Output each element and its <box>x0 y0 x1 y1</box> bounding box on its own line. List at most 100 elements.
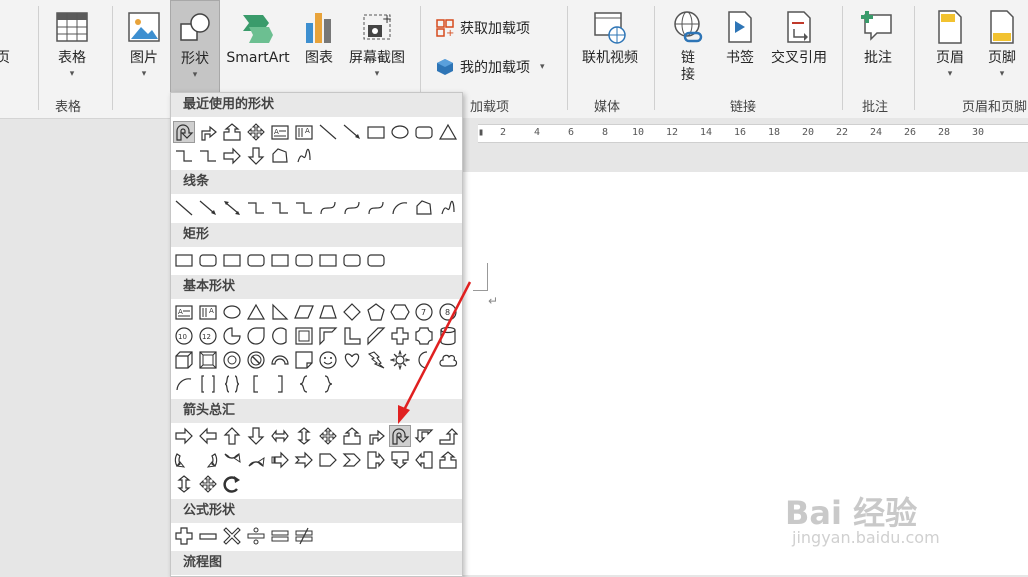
curved-left-arrow-icon[interactable] <box>197 449 219 471</box>
bevel-icon[interactable] <box>197 349 219 371</box>
oval-icon[interactable] <box>389 121 411 143</box>
diamond-icon[interactable] <box>341 301 363 323</box>
rounded-rectangle-icon[interactable] <box>197 249 219 271</box>
division-sign-icon[interactable] <box>245 525 267 547</box>
my-addins-button[interactable]: 我的加载项 ▾ <box>436 57 545 77</box>
no-symbol-icon[interactable] <box>245 349 267 371</box>
footer-button[interactable]: 页脚 ▾ <box>978 0 1026 95</box>
curved-up-arrow-icon[interactable] <box>221 449 243 471</box>
cloud-icon[interactable] <box>437 349 459 371</box>
snip-diagonal-rectangle-icon[interactable] <box>269 249 291 271</box>
link-button[interactable]: 链接 <box>664 0 712 95</box>
diagonal-stripe-icon[interactable] <box>365 325 387 347</box>
pentagon-icon[interactable] <box>365 301 387 323</box>
arc-icon[interactable] <box>173 373 195 395</box>
chevron-arrow-icon[interactable] <box>341 449 363 471</box>
bent-arrow-icon[interactable] <box>197 121 219 143</box>
smartart-button[interactable]: SmartArt <box>222 0 294 95</box>
left-right-up-arrow-icon[interactable] <box>341 425 363 447</box>
sun-icon[interactable] <box>389 349 411 371</box>
chord-icon[interactable] <box>269 325 291 347</box>
horizontal-ruler[interactable]: ▮ 2 4 6 8 10 12 14 16 18 20 22 24 26 28 … <box>478 124 1028 143</box>
double-arrow-line-icon[interactable] <box>221 197 243 219</box>
teardrop-icon[interactable] <box>245 325 267 347</box>
cross-icon[interactable] <box>389 325 411 347</box>
bookmark-button[interactable]: 书签 <box>716 0 764 95</box>
l-shape-icon[interactable] <box>341 325 363 347</box>
octagon-icon[interactable] <box>437 301 459 323</box>
equal-sign-icon[interactable] <box>269 525 291 547</box>
right-arrow-icon[interactable] <box>221 145 243 167</box>
snip-round-rectangle-icon[interactable] <box>293 249 315 271</box>
down-arrow-icon[interactable] <box>245 425 267 447</box>
bent-up-arrow-icon[interactable] <box>437 425 459 447</box>
curved-double-arrow-icon[interactable] <box>365 197 387 219</box>
decagon-icon[interactable] <box>173 325 195 347</box>
left-arrow-callout-icon[interactable] <box>413 449 435 471</box>
line-arrow-icon[interactable] <box>341 121 363 143</box>
cross-reference-button[interactable]: 交叉引用 <box>766 0 832 95</box>
curved-down-arrow-icon[interactable] <box>245 449 267 471</box>
chart-button[interactable]: 图表 <box>296 0 342 95</box>
curved-connector-icon[interactable] <box>317 197 339 219</box>
oval-icon[interactable] <box>221 301 243 323</box>
line-icon[interactable] <box>317 121 339 143</box>
minus-sign-icon[interactable] <box>197 525 219 547</box>
dodecagon-icon[interactable] <box>197 325 219 347</box>
picture-button[interactable]: 图片 ▾ <box>120 0 168 95</box>
curve-icon[interactable] <box>389 197 411 219</box>
left-bracket-icon[interactable] <box>245 373 267 395</box>
moon-icon[interactable] <box>413 349 435 371</box>
curved-right-arrow-icon[interactable] <box>173 449 195 471</box>
notched-right-arrow-icon[interactable] <box>293 449 315 471</box>
right-arrow-callout-icon[interactable] <box>365 449 387 471</box>
rectangle-icon[interactable] <box>365 121 387 143</box>
page-button-partial[interactable]: 页 <box>0 0 16 95</box>
striped-right-arrow-icon[interactable] <box>269 449 291 471</box>
plaque-icon[interactable] <box>413 325 435 347</box>
up-arrow-icon[interactable] <box>221 425 243 447</box>
left-arrow-icon[interactable] <box>197 425 219 447</box>
down-arrow-callout-icon[interactable] <box>389 449 411 471</box>
right-arrow-icon[interactable] <box>173 425 195 447</box>
frame-icon[interactable] <box>293 325 315 347</box>
up-arrow-callout-icon[interactable] <box>221 121 243 143</box>
freeform-icon[interactable] <box>269 145 291 167</box>
up-arrow-callout-icon[interactable] <box>437 449 459 471</box>
hexagon-icon[interactable] <box>389 301 411 323</box>
quad-arrow-icon[interactable] <box>317 425 339 447</box>
table-button[interactable]: 表格 ▾ <box>48 0 96 95</box>
round-same-side-rectangle-icon[interactable] <box>341 249 363 271</box>
scribble-icon[interactable] <box>437 197 459 219</box>
cube-icon[interactable] <box>173 349 195 371</box>
snip-same-side-rectangle-icon[interactable] <box>245 249 267 271</box>
double-brace-icon[interactable] <box>221 373 243 395</box>
ruler-indent-marker[interactable]: ▮ <box>478 127 484 138</box>
right-bracket-icon[interactable] <box>269 373 291 395</box>
line-icon[interactable] <box>173 197 195 219</box>
line-arrow-icon[interactable] <box>197 197 219 219</box>
elbow-double-arrow-icon[interactable] <box>293 197 315 219</box>
u-turn-arrow-icon[interactable] <box>389 425 411 447</box>
comment-button[interactable]: 批注 <box>852 0 904 95</box>
quad-arrow-icon[interactable] <box>245 121 267 143</box>
circular-arrow-icon[interactable] <box>221 473 243 495</box>
snip-corner-rectangle-icon[interactable] <box>221 249 243 271</box>
bent-arrow-icon[interactable] <box>365 425 387 447</box>
document-page[interactable] <box>462 172 1028 575</box>
left-up-arrow-icon[interactable] <box>413 425 435 447</box>
rounded-rectangle-icon[interactable] <box>413 121 435 143</box>
elbow-connector-icon[interactable] <box>245 197 267 219</box>
right-brace-icon[interactable] <box>317 373 339 395</box>
text-box-icon[interactable] <box>173 301 195 323</box>
scribble-icon[interactable] <box>293 145 315 167</box>
online-video-button[interactable]: 联机视频 <box>576 0 644 95</box>
triangle-icon[interactable] <box>245 301 267 323</box>
get-addins-button[interactable]: + 获取加载项 <box>436 18 530 38</box>
curved-arrow-connector-icon[interactable] <box>341 197 363 219</box>
can-icon[interactable] <box>437 325 459 347</box>
shapes-button[interactable]: 形状 ▾ <box>170 0 220 95</box>
header-button[interactable]: 页眉 ▾ <box>926 0 974 95</box>
elbow-arrow-connector-icon[interactable] <box>269 197 291 219</box>
up-down-arrow-callout-icon[interactable] <box>173 473 195 495</box>
